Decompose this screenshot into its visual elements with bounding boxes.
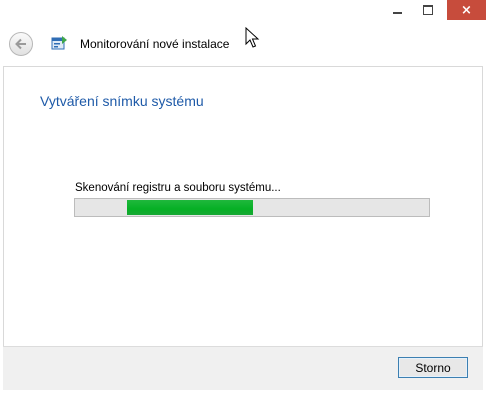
progress-fill — [127, 200, 253, 215]
maximize-button[interactable] — [414, 0, 442, 20]
cancel-button[interactable]: Storno — [398, 357, 468, 378]
progress-bar — [74, 198, 430, 217]
app-window: × Monitorování nové instalace Vytváření … — [0, 0, 486, 393]
installation-monitor-icon — [51, 36, 67, 50]
maximize-icon — [423, 5, 433, 15]
close-icon: × — [461, 2, 472, 18]
mouse-cursor-icon — [245, 27, 260, 48]
close-button[interactable]: × — [447, 0, 486, 20]
page-heading: Vytváření snímku systému — [40, 93, 204, 109]
minimize-icon — [392, 12, 402, 14]
status-text: Skenování registru a souboru systému... — [75, 182, 281, 194]
minimize-button[interactable] — [382, 0, 412, 20]
back-button[interactable] — [9, 32, 33, 56]
window-title: Monitorování nové instalace — [80, 37, 230, 51]
back-arrow-icon — [15, 38, 26, 50]
